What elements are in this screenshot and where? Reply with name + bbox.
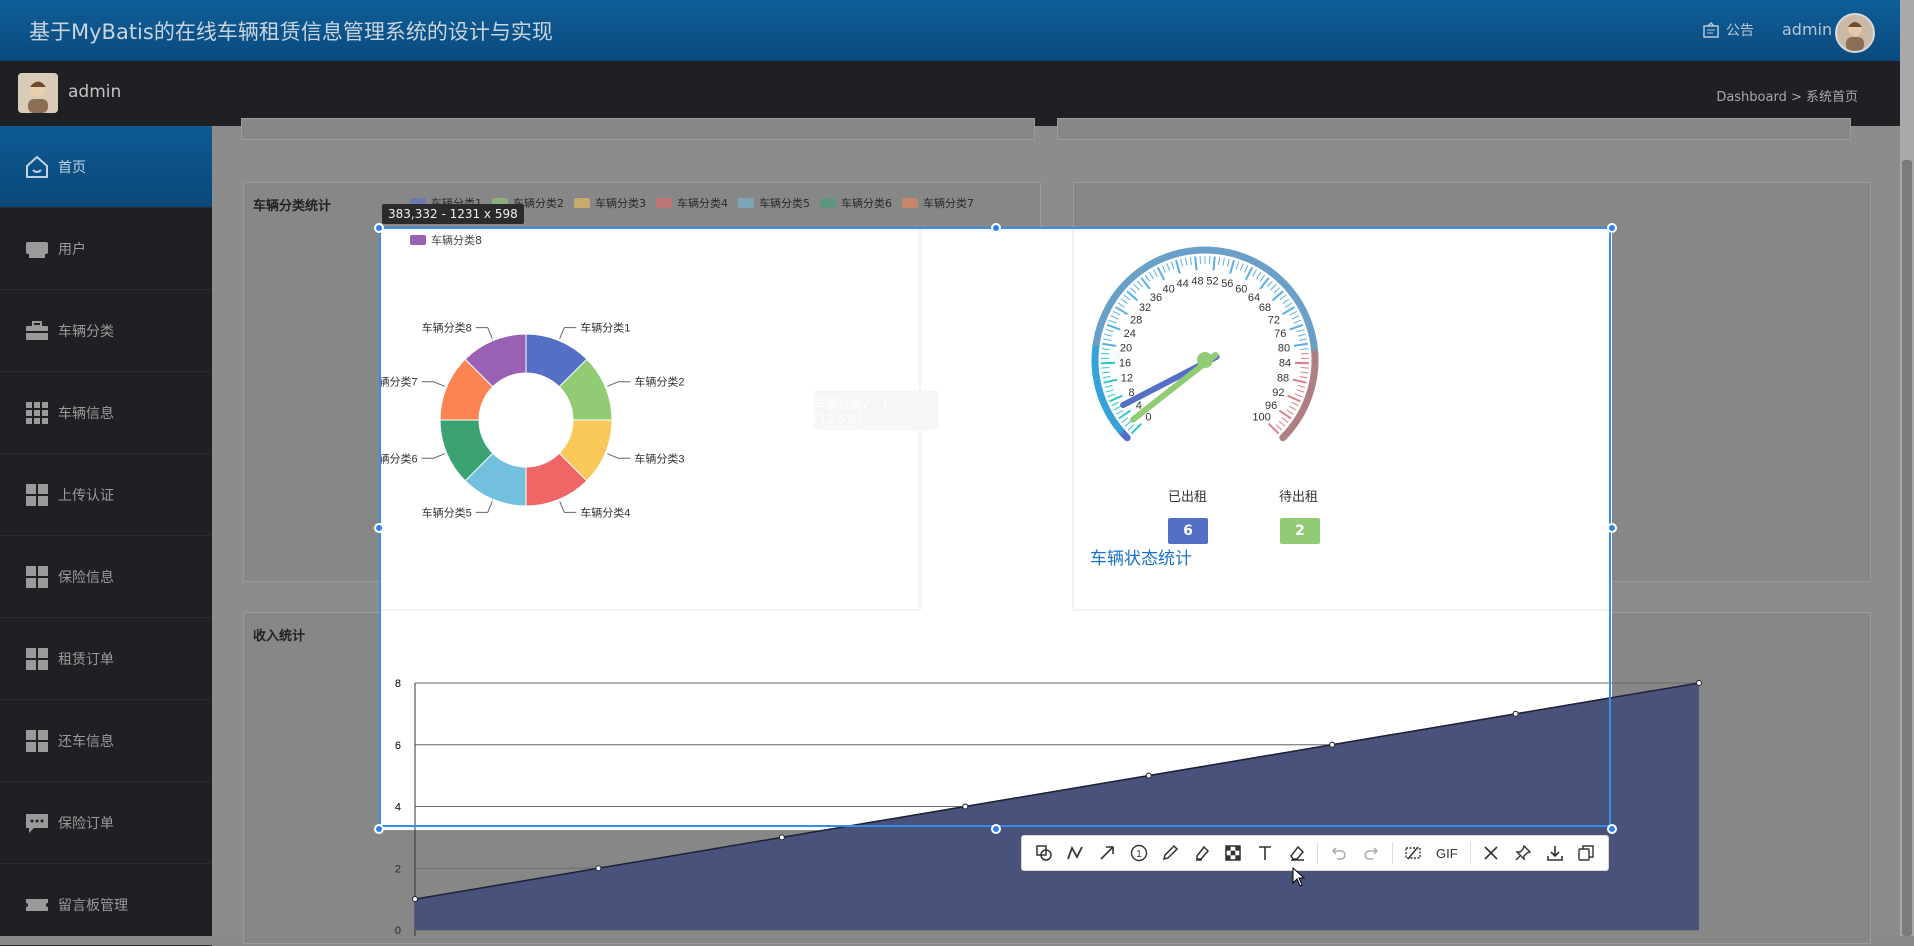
screen-capture-button[interactable] [1398, 839, 1430, 867]
resize-handle-se[interactable] [1607, 824, 1617, 834]
gif-button[interactable]: GIF [1429, 839, 1465, 867]
arrow-icon [1098, 844, 1116, 862]
data-point [779, 835, 784, 840]
text-tool-button[interactable] [1249, 839, 1281, 867]
selection-size-label: 383,332 - 1231 x 598 [382, 204, 524, 224]
data-point [413, 897, 418, 902]
resize-handle-n[interactable] [991, 223, 1001, 233]
step-number-icon: 1 [1130, 844, 1148, 862]
data-point [963, 804, 968, 809]
toolbar-separator [1392, 842, 1393, 864]
shape-icon [1035, 844, 1053, 862]
copy-button[interactable] [1570, 839, 1602, 867]
pin-icon [1514, 844, 1532, 862]
mouse-cursor-icon [1292, 867, 1306, 887]
download-button[interactable] [1539, 839, 1571, 867]
resize-handle-ne[interactable] [1607, 223, 1617, 233]
capture-toolbar: 1 GIF [1021, 835, 1609, 871]
text-icon [1256, 844, 1274, 862]
mosaic-tool-button[interactable] [1218, 839, 1250, 867]
y-tick-label: 0 [395, 925, 401, 936]
data-point [1330, 742, 1335, 747]
redo-icon [1362, 844, 1380, 862]
polyline-tool-button[interactable] [1060, 839, 1092, 867]
step-number-tool-button[interactable]: 1 [1123, 839, 1155, 867]
income-area-chart-dim: 0 2 4 6 8 [0, 0, 1900, 936]
capture-area-icon [1404, 844, 1422, 862]
undo-button[interactable] [1323, 839, 1355, 867]
shape-tool-button[interactable] [1028, 839, 1060, 867]
resize-handle-sw[interactable] [374, 824, 384, 834]
resize-handle-e[interactable] [1607, 523, 1617, 533]
y-tick-label: 6 [395, 740, 401, 752]
data-point [1697, 681, 1702, 686]
pen-icon [1161, 844, 1179, 862]
mosaic-icon [1224, 844, 1242, 862]
toolbar-separator [1317, 842, 1318, 864]
close-icon [1482, 844, 1500, 862]
redo-button[interactable] [1355, 839, 1387, 867]
copy-icon [1577, 844, 1595, 862]
close-button[interactable] [1476, 839, 1508, 867]
resize-handle-s[interactable] [991, 824, 1001, 834]
scrollbar-thumb[interactable] [1902, 160, 1912, 936]
pin-button[interactable] [1507, 839, 1539, 867]
highlighter-tool-button[interactable] [1186, 839, 1218, 867]
polyline-icon [1066, 844, 1084, 862]
undo-icon [1330, 844, 1348, 862]
pen-tool-button[interactable] [1154, 839, 1186, 867]
download-icon [1546, 844, 1564, 862]
highlighter-icon [1193, 844, 1211, 862]
y-tick-label: 8 [395, 678, 401, 690]
resize-handle-nw[interactable] [374, 223, 384, 233]
data-point [596, 866, 601, 871]
eraser-icon [1288, 844, 1306, 862]
y-tick-label: 2 [395, 863, 401, 875]
svg-text:1: 1 [1136, 849, 1142, 860]
arrow-tool-button[interactable] [1091, 839, 1123, 867]
data-point [1146, 773, 1151, 778]
y-tick-label: 4 [395, 802, 401, 814]
data-point [1513, 711, 1518, 716]
resize-handle-w[interactable] [374, 523, 384, 533]
eraser-tool-button[interactable] [1281, 839, 1313, 867]
toolbar-separator [1470, 842, 1471, 864]
